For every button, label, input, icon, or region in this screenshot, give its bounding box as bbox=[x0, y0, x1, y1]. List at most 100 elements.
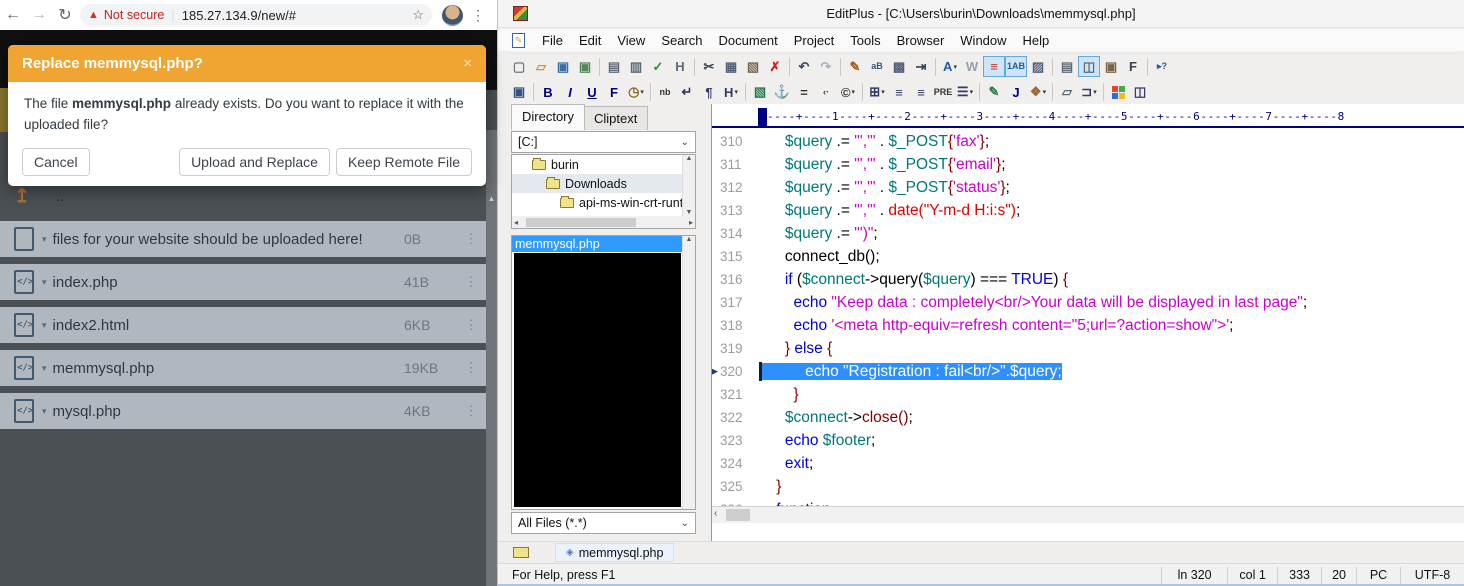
open-file-icon[interactable]: ▱ bbox=[530, 56, 552, 77]
function-list-icon[interactable]: F bbox=[1122, 56, 1144, 77]
undo-icon[interactable]: ↶ bbox=[793, 56, 815, 77]
not-secure-label[interactable]: Not secure bbox=[104, 8, 164, 22]
tree-scrollbar[interactable]: ▲▼ bbox=[682, 155, 695, 216]
file-row[interactable]: ▾ files for your website should be upload… bbox=[0, 221, 486, 257]
auto-completion-icon[interactable]: 1AB bbox=[1005, 56, 1027, 77]
file-name[interactable]: index2.html bbox=[53, 317, 404, 334]
line-numbers-icon[interactable]: ≡ bbox=[983, 56, 1005, 77]
preformatted-icon[interactable]: PRE bbox=[932, 82, 954, 103]
scroll-up-icon[interactable]: ▲ bbox=[683, 155, 695, 162]
activex-icon[interactable] bbox=[1107, 82, 1129, 103]
tree-item-api-ms-win-crt-runtim[interactable]: api-ms-win-crt-runtim bbox=[512, 193, 695, 212]
code-line-325[interactable]: 325 } bbox=[712, 475, 1464, 498]
frame-icon[interactable]: ◫ bbox=[1129, 82, 1151, 103]
url-text[interactable]: 185.27.134.9/new/# bbox=[182, 8, 409, 23]
indent-icon[interactable]: ⇥ bbox=[910, 56, 932, 77]
tree-horizontal-scrollbar[interactable]: ◂ ▸ bbox=[511, 216, 696, 229]
output-window-icon[interactable]: ▤ bbox=[1056, 56, 1078, 77]
code-line-314[interactable]: 314 $query .= "')"; bbox=[712, 222, 1464, 245]
scroll-right-icon[interactable]: ▸ bbox=[689, 218, 693, 227]
italic-icon[interactable]: I bbox=[559, 82, 581, 103]
file-row[interactable]: </>▾index2.html6KB⋮ bbox=[0, 307, 486, 343]
file-row[interactable]: </>▾index.php41B⋮ bbox=[0, 264, 486, 300]
copy-icon[interactable]: ▦ bbox=[720, 56, 742, 77]
menu-browser[interactable]: Browser bbox=[889, 31, 953, 50]
paragraph-icon[interactable]: ¶ bbox=[698, 82, 720, 103]
code-line-316[interactable]: 316 if ($connect->query($query) === TRUE… bbox=[712, 268, 1464, 291]
code-line-322[interactable]: 322 $connect->close(); bbox=[712, 406, 1464, 429]
code-line-324[interactable]: 324 exit; bbox=[712, 452, 1464, 475]
font-color-icon[interactable]: A▾ bbox=[939, 56, 961, 77]
code-line-326[interactable]: 326 function … bbox=[712, 498, 1464, 506]
code-line-313[interactable]: 313 $query .= "','" . date("Y-m-d H:i:s"… bbox=[712, 199, 1464, 222]
new-document-icon[interactable]: ▢ bbox=[508, 56, 530, 77]
code-line-310[interactable]: 310 $query .= "','" . $_POST{'fax'}; bbox=[712, 130, 1464, 153]
close-icon[interactable]: × bbox=[463, 55, 472, 72]
menu-search[interactable]: Search bbox=[653, 31, 710, 50]
file-caret-icon[interactable]: ▾ bbox=[42, 234, 47, 245]
editor-horizontal-scrollbar[interactable]: ‹ bbox=[712, 506, 1464, 523]
keep-remote-file-button[interactable]: Keep Remote File bbox=[336, 148, 472, 176]
browser-menu-icon[interactable]: ⋮ bbox=[471, 7, 485, 24]
word-wrap-icon[interactable]: W bbox=[961, 56, 983, 77]
folder-view-icon[interactable]: ▱ bbox=[1056, 82, 1078, 103]
scroll-down-icon[interactable]: ▼ bbox=[683, 209, 695, 216]
tab-directory[interactable]: Directory bbox=[511, 104, 585, 130]
print-icon[interactable]: ▥ bbox=[625, 56, 647, 77]
file-menu-icon[interactable]: ⋮ bbox=[456, 231, 486, 247]
bookmark-star-icon[interactable]: ☆ bbox=[412, 7, 424, 23]
line-break-icon[interactable]: ↵ bbox=[676, 82, 698, 103]
menu-edit[interactable]: Edit bbox=[571, 31, 609, 50]
file-name[interactable]: files for your website should be uploade… bbox=[53, 231, 404, 248]
file-name[interactable]: memmysql.php bbox=[53, 360, 404, 377]
date-time-icon[interactable]: ◷▾ bbox=[625, 82, 647, 103]
preferences-icon[interactable]: ▨ bbox=[1027, 56, 1049, 77]
selected-file-item[interactable]: memmysql.php bbox=[512, 236, 695, 252]
file-filter-select[interactable]: All Files (*.*) ⌄ bbox=[511, 512, 696, 534]
file-menu-icon[interactable]: ⋮ bbox=[456, 274, 486, 290]
file-list-scrollbar[interactable]: ▲ bbox=[682, 236, 695, 509]
back-icon[interactable]: ← bbox=[0, 6, 26, 24]
save-all-icon[interactable]: ▣ bbox=[574, 56, 596, 77]
tab-cliptext[interactable]: Cliptext bbox=[583, 106, 648, 130]
parent-directory-row[interactable]: ↥ .. bbox=[14, 185, 64, 208]
javascript-icon[interactable]: J bbox=[1005, 82, 1027, 103]
special-character-icon[interactable]: ©▾ bbox=[837, 82, 859, 103]
file-name[interactable]: index.php bbox=[53, 274, 404, 291]
redo-icon[interactable]: ↷ bbox=[815, 56, 837, 77]
div-tag-icon[interactable]: ⊐▾ bbox=[1078, 82, 1100, 103]
align-center-icon[interactable]: ≡ bbox=[888, 82, 910, 103]
list-icon[interactable]: ☰▾ bbox=[954, 82, 976, 103]
image-icon[interactable]: ▧ bbox=[749, 82, 771, 103]
file-caret-icon[interactable]: ▾ bbox=[42, 277, 47, 288]
align-right-icon[interactable]: ≡ bbox=[910, 82, 932, 103]
horizontal-rule-icon[interactable]: = bbox=[793, 82, 815, 103]
copy-append-icon[interactable]: ▩ bbox=[888, 56, 910, 77]
menu-help[interactable]: Help bbox=[1015, 31, 1058, 50]
html-document-icon[interactable]: H bbox=[669, 56, 691, 77]
tree-item-Downloads[interactable]: Downloads bbox=[512, 174, 695, 193]
reload-icon[interactable]: ↻ bbox=[52, 5, 78, 25]
menu-project[interactable]: Project bbox=[786, 31, 842, 50]
code-line-320[interactable]: 320▶ echo "Registration : fail<br/>".$qu… bbox=[712, 360, 1464, 383]
menu-tools[interactable]: Tools bbox=[842, 31, 888, 50]
code-line-315[interactable]: 315 connect_db(); bbox=[712, 245, 1464, 268]
objects-icon[interactable]: ❖▾ bbox=[1027, 82, 1049, 103]
menu-file[interactable]: File bbox=[534, 31, 571, 50]
context-help-icon[interactable]: ▸? bbox=[1151, 56, 1173, 77]
scrollbar-thumb[interactable] bbox=[526, 218, 636, 227]
browser-preview-icon[interactable]: ▣ bbox=[508, 82, 530, 103]
folder-icon[interactable] bbox=[513, 547, 529, 558]
drive-select[interactable]: [C:] ⌄ bbox=[511, 131, 696, 153]
paste-icon[interactable]: ▧ bbox=[742, 56, 764, 77]
file-row[interactable]: </>▾memmysql.php19KB⋮ bbox=[0, 350, 486, 386]
code-line-317[interactable]: 317 echo "Keep data : completely<br/>You… bbox=[712, 291, 1464, 314]
code-line-323[interactable]: 323 echo $footer; bbox=[712, 429, 1464, 452]
print-preview-icon[interactable]: ▤ bbox=[603, 56, 625, 77]
spell-check-icon[interactable]: ✓ bbox=[647, 56, 669, 77]
table-icon[interactable]: ⊞▾ bbox=[866, 82, 888, 103]
file-menu-icon[interactable]: ⋮ bbox=[456, 403, 486, 419]
break-clear-icon[interactable]: ‹· bbox=[815, 82, 837, 103]
non-breaking-space-icon[interactable]: nb bbox=[654, 82, 676, 103]
file-row[interactable]: </>▾mysql.php4KB⋮ bbox=[0, 393, 486, 429]
